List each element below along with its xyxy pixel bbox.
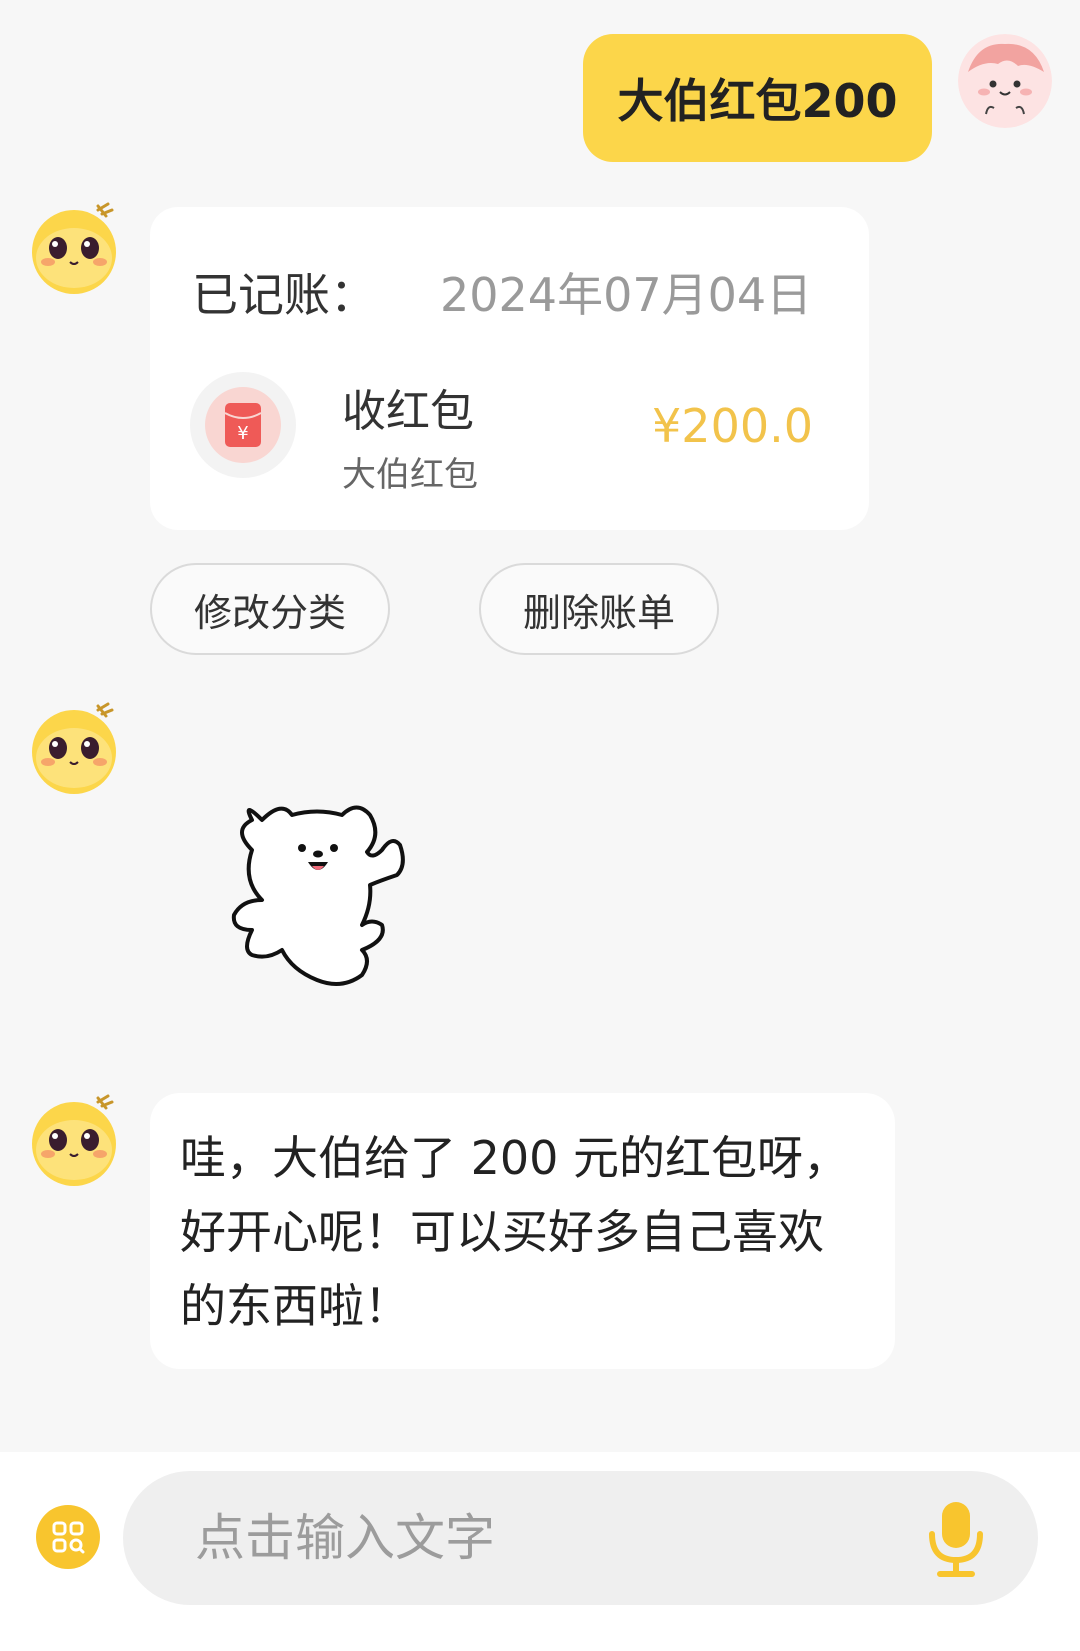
grid-menu-icon [52, 1521, 85, 1554]
modify-category-label: 修改分类 [193, 590, 346, 635]
recorded-label: 已记账： [192, 268, 376, 322]
yellow-coin-face-avatar-icon [32, 202, 116, 294]
bot-reply-text: 哇，大伯给了 200 元的红包呀，好开心呢！可以买好多自己喜欢的东西啦！ [180, 1131, 850, 1333]
yellow-coin-face-avatar-icon [32, 702, 116, 794]
dancing-white-bear-sticker [231, 805, 405, 986]
bear-sticker[interactable] [222, 790, 432, 1000]
category-icon-badge: ¥ [190, 372, 296, 478]
message-input[interactable] [193, 1508, 897, 1568]
user-message-bubble[interactable]: 大伯红包200 [583, 34, 932, 162]
microphone-icon [929, 1502, 983, 1577]
bot-reply-bubble[interactable]: 哇，大伯给了 200 元的红包呀，好开心呢！可以买好多自己喜欢的东西啦！ [150, 1093, 895, 1369]
modify-category-button[interactable]: 修改分类 [150, 563, 390, 655]
bot-avatar[interactable] [28, 200, 124, 296]
voice-input-button[interactable] [926, 1500, 986, 1580]
record-date: 2024年07月04日 [440, 268, 813, 322]
pink-cat-avatar-icon [958, 34, 1052, 128]
bookkeeping-record-card[interactable]: 已记账： 2024年07月04日 ¥ 收红包 大伯红包 ¥200.0 [150, 207, 869, 530]
record-note: 大伯红包 [342, 455, 478, 495]
user-avatar[interactable] [958, 34, 1052, 128]
bot-avatar[interactable] [28, 1092, 124, 1188]
menu-button[interactable] [36, 1505, 100, 1569]
record-amount: ¥200.0 [652, 399, 813, 453]
user-message-text: 大伯红包200 [617, 74, 898, 128]
message-input-container[interactable] [123, 1471, 1038, 1605]
category-name: 收红包 [342, 386, 474, 437]
svg-text:¥: ¥ [237, 423, 248, 444]
delete-bill-button[interactable]: 删除账单 [479, 563, 719, 655]
yellow-coin-face-avatar-icon [32, 1094, 116, 1186]
delete-bill-label: 删除账单 [522, 590, 675, 635]
bot-avatar[interactable] [28, 700, 124, 796]
red-envelope-icon: ¥ [224, 403, 262, 447]
